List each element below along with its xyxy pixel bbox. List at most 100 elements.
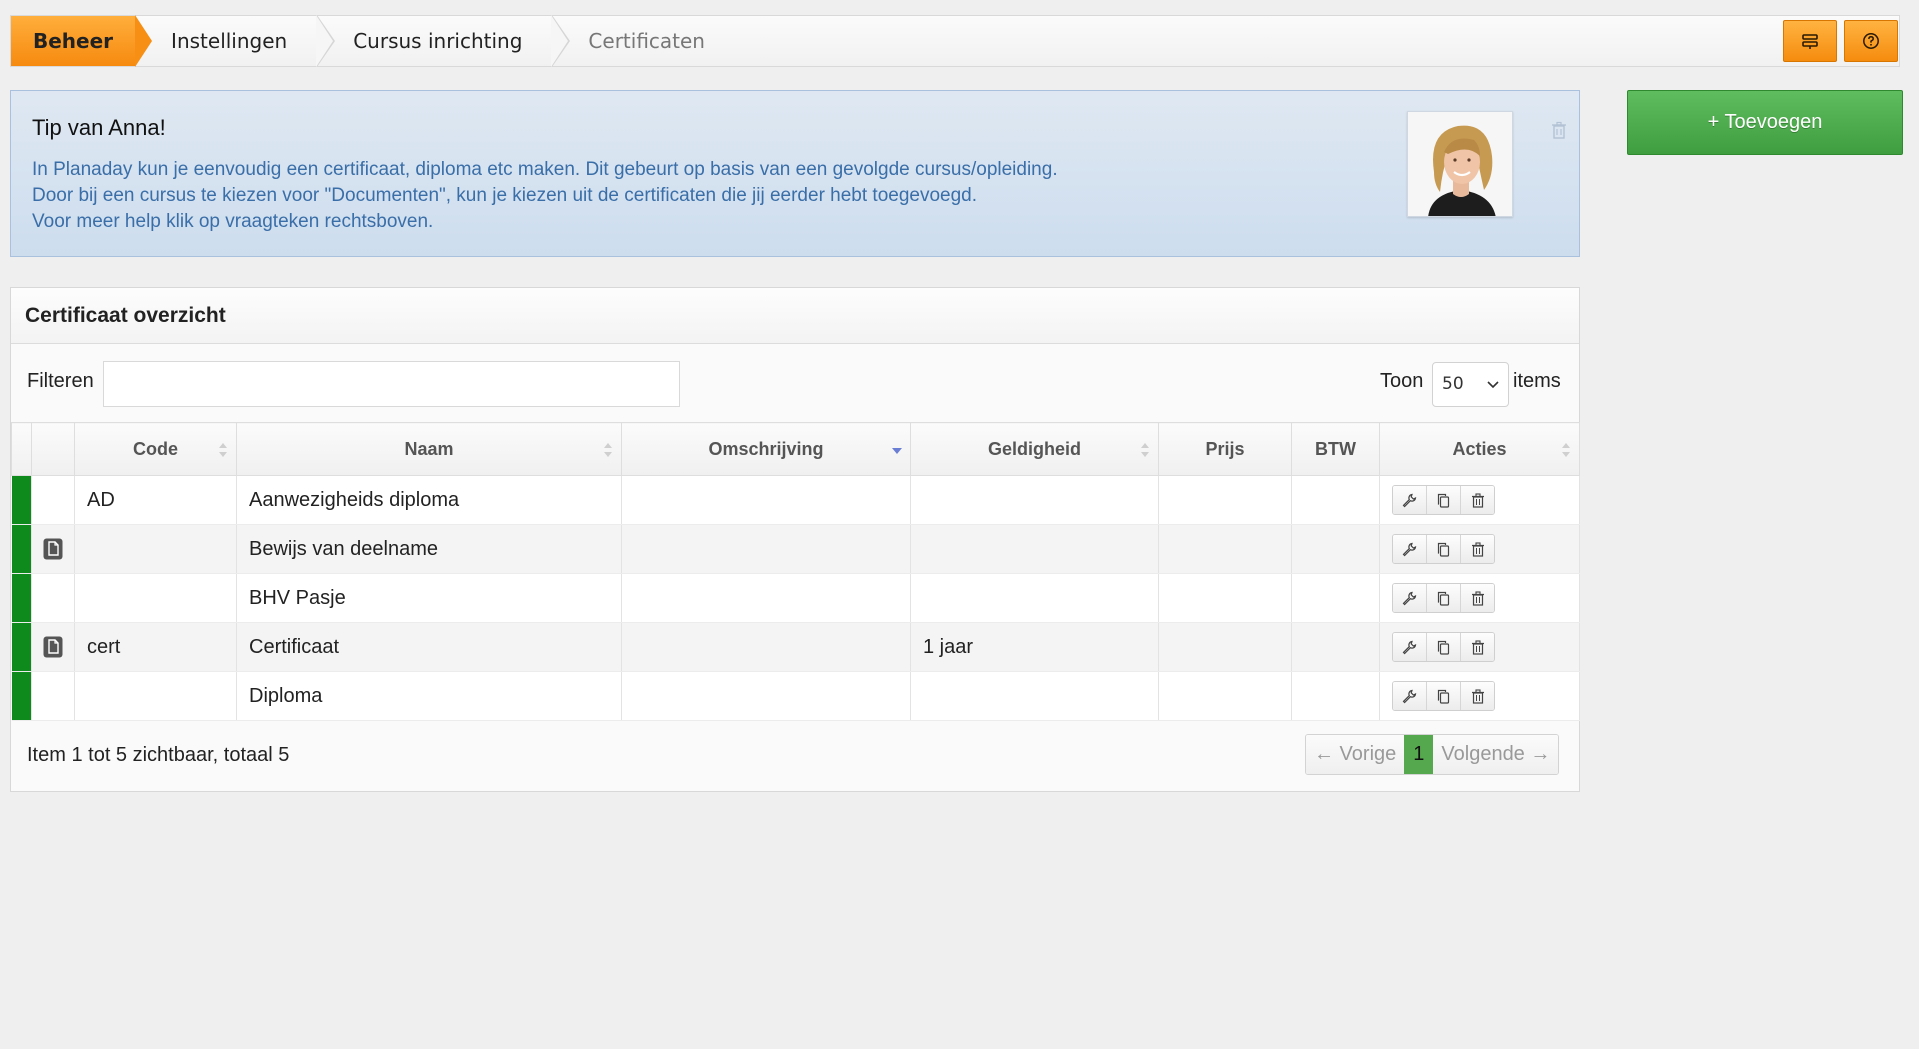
trash-icon [1552,121,1566,139]
cell-naam: Diploma [236,671,622,721]
list-settings-icon [1802,34,1818,49]
column-header-code[interactable]: Code [74,422,237,476]
cell-btw [1291,671,1380,721]
trash-icon [1471,541,1484,557]
document-icon [43,636,63,658]
table-row: Bewijs van deelname [11,524,1580,574]
status-indicator [11,622,32,672]
page-size-select[interactable]: 50 [1432,362,1509,407]
help-button[interactable] [1844,20,1898,62]
breadcrumb-bar: Beheer Instellingen Cursus inrichting Ce… [10,15,1900,67]
settings-button[interactable] [1783,20,1837,62]
cell-naam: Certificaat [236,622,622,672]
copy-icon [1437,542,1450,557]
table-row: AD Aanwezigheids diploma [11,475,1580,525]
breadcrumb-item-instellingen[interactable]: Instellingen [135,15,336,67]
delete-button[interactable] [1461,486,1494,514]
cell-btw [1291,573,1380,623]
current-page-button[interactable]: 1 [1404,735,1434,774]
breadcrumb-item-beheer[interactable]: Beheer [11,15,153,67]
cell-btw [1291,524,1380,574]
pagination: ← Vorige 1 Volgende → [1305,734,1560,775]
delete-button[interactable] [1461,682,1494,710]
status-indicator [11,573,32,623]
duplicate-button[interactable] [1427,535,1461,563]
pagination-summary: Item 1 tot 5 zichtbaar, totaal 5 [27,744,290,766]
wrench-icon [1402,493,1417,507]
row-actions [1392,534,1495,564]
row-actions [1392,583,1495,613]
copy-icon [1437,640,1450,655]
cell-omschrijving [621,475,911,525]
document-cell[interactable] [31,524,75,574]
cell-code: cert [74,622,237,672]
panel-title: Certificaat overzicht [11,288,1579,344]
duplicate-button[interactable] [1427,486,1461,514]
tip-panel: Tip van Anna! In Planaday kun je eenvoud… [10,90,1580,257]
cell-prijs [1158,622,1292,672]
column-header-prijs: Prijs [1158,422,1292,476]
tip-line: Door bij een cursus te kiezen voor "Docu… [32,185,978,206]
breadcrumb-item-certificaten: Certificaten [588,29,705,53]
cell-acties [1379,573,1580,623]
edit-button[interactable] [1393,682,1427,710]
chevron-down-icon [1487,363,1499,423]
avatar [1407,111,1513,217]
duplicate-button[interactable] [1427,633,1461,661]
column-header-geldigheid[interactable]: Geldigheid [910,422,1159,476]
filter-label: Filteren [27,370,94,392]
cell-geldigheid [910,475,1159,525]
cell-acties [1379,475,1580,525]
document-cell[interactable] [31,622,75,672]
dismiss-tip-button[interactable] [1551,121,1567,143]
column-header-acties[interactable]: Acties [1379,422,1580,476]
cell-omschrijving [621,573,911,623]
cell-geldigheid [910,573,1159,623]
page-size-value: 50 [1442,374,1464,394]
trash-icon [1471,688,1484,704]
duplicate-button[interactable] [1427,584,1461,612]
cell-acties [1379,524,1580,574]
edit-button[interactable] [1393,486,1427,514]
document-cell [31,671,75,721]
duplicate-button[interactable] [1427,682,1461,710]
document-icon [43,538,63,560]
prev-page-button[interactable]: ← Vorige [1306,735,1405,774]
table-row: cert Certificaat 1 jaar [11,622,1580,672]
copy-icon [1437,591,1450,606]
next-page-button[interactable]: Volgende → [1433,735,1559,774]
cell-btw [1291,622,1380,672]
wrench-icon [1402,640,1417,654]
tip-title: Tip van Anna! [32,115,166,140]
edit-button[interactable] [1393,535,1427,563]
tip-line: In Planaday kun je eenvoudig een certifi… [32,159,1058,180]
certificate-panel: Certificaat overzicht Filteren Toon 50 i… [10,287,1580,792]
status-indicator [11,671,32,721]
edit-button[interactable] [1393,633,1427,661]
delete-button[interactable] [1461,535,1494,563]
cell-omschrijving [621,622,911,672]
cell-naam: Aanwezigheids diploma [236,475,622,525]
trash-icon [1471,492,1484,508]
tip-text: In Planaday kun je eenvoudig een certifi… [32,157,1132,235]
status-indicator [11,524,32,574]
add-button[interactable]: + Toevoegen [1627,90,1903,155]
cell-prijs [1158,573,1292,623]
delete-button[interactable] [1461,633,1494,661]
sort-icon [604,443,612,457]
show-label: Toon [1380,370,1424,392]
filter-input[interactable] [103,361,680,407]
tip-line: Voor meer help klik op vraagteken rechts… [32,211,434,232]
question-circle-icon [1863,33,1879,49]
column-header-omschrijving[interactable]: Omschrijving [621,422,911,476]
cell-naam: Bewijs van deelname [236,524,622,574]
cell-prijs [1158,671,1292,721]
row-actions [1392,632,1495,662]
column-header-naam[interactable]: Naam [236,422,622,476]
edit-button[interactable] [1393,584,1427,612]
table-row: Diploma [11,671,1580,721]
wrench-icon [1402,689,1417,703]
breadcrumb-item-cursus-inrichting[interactable]: Cursus inrichting [317,15,571,67]
delete-button[interactable] [1461,584,1494,612]
trash-icon [1471,639,1484,655]
